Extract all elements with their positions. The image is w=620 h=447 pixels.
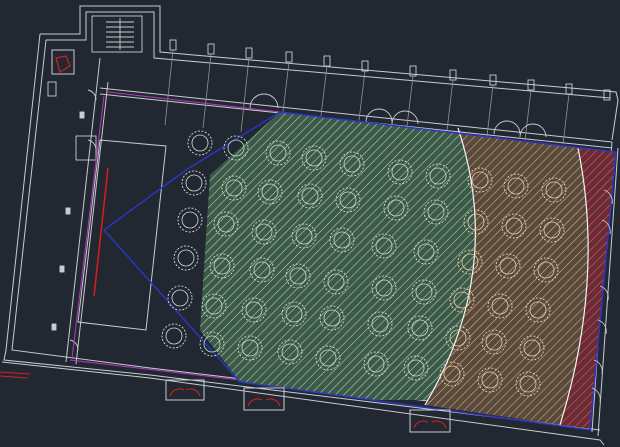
round-table-icon [177,207,203,233]
floor-plan-canvas [0,0,620,447]
stage-platform-icon [77,139,167,331]
round-table-icon [181,170,207,196]
floor-plan-svg [0,5,619,446]
corridor-wall-2 [75,81,109,365]
round-table-icon [173,245,199,271]
zone-layer [200,112,616,430]
staircase-icon [91,15,143,53]
round-table-icon [161,323,187,349]
service-room [51,49,75,75]
round-table-icon [187,130,213,156]
outer-wall-inner [46,11,611,99]
corridor-wall [65,57,101,363]
column-row-top [169,39,611,101]
